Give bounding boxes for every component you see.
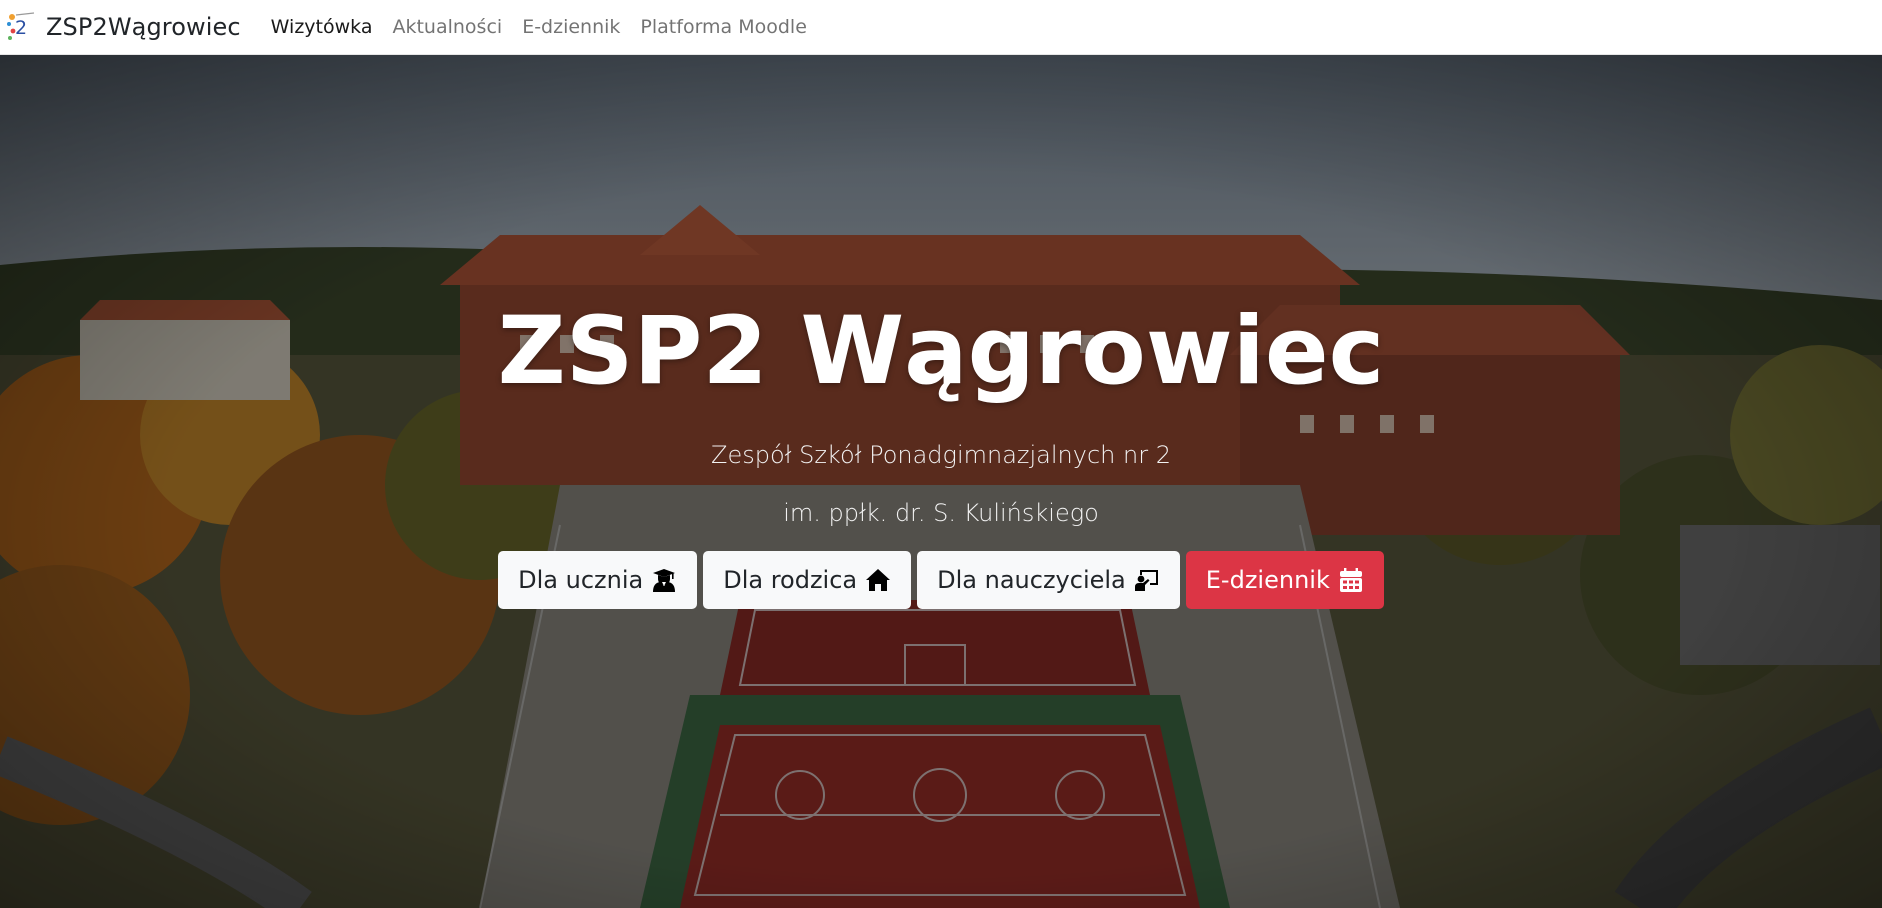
home-icon — [865, 567, 891, 593]
hero-button-group: Dla ucznia Dla rodzica Dla nauczyciela E… — [0, 551, 1882, 609]
main-nav: Wizytówka Aktualności E-dziennik Platfor… — [261, 0, 817, 55]
e-dziennik-button[interactable]: E-dziennik — [1185, 551, 1384, 609]
hero-subtitle-school-name: Zespół Szkół Ponadgimnazjalnych nr 2 — [711, 441, 1171, 469]
dla-ucznia-label: Dla ucznia — [518, 566, 644, 594]
hero-section: ZSP2 Wągrowiec Zespół Szkół Ponadgimnazj… — [0, 55, 1882, 908]
dla-nauczyciela-label: Dla nauczyciela — [937, 566, 1126, 594]
dla-rodzica-label: Dla rodzica — [723, 566, 858, 594]
school-logo-icon: 2 — [4, 9, 38, 45]
svg-text:2: 2 — [15, 17, 27, 39]
calendar-icon — [1338, 567, 1364, 593]
dla-rodzica-button[interactable]: Dla rodzica — [703, 551, 912, 609]
nav-link-aktualnosci[interactable]: Aktualności — [382, 16, 512, 38]
nav-link-wizytowka[interactable]: Wizytówka — [261, 16, 383, 38]
hero-subtitle-patron: im. ppłk. dr. S. Kulińskiego — [783, 499, 1099, 527]
navbar: 2 ZSP2Wągrowiec Wizytówka Aktualności E-… — [0, 0, 1882, 55]
dla-nauczyciela-button[interactable]: Dla nauczyciela — [917, 551, 1180, 609]
user-graduate-icon — [651, 567, 677, 593]
hero-title: ZSP2 Wągrowiec — [497, 297, 1385, 406]
hero-content: ZSP2 Wągrowiec Zespół Szkół Ponadgimnazj… — [0, 55, 1882, 908]
brand-link[interactable]: 2 ZSP2Wągrowiec — [0, 0, 241, 55]
nav-link-e-dziennik[interactable]: E-dziennik — [512, 16, 630, 38]
dla-ucznia-button[interactable]: Dla ucznia — [498, 551, 698, 609]
e-dziennik-label: E-dziennik — [1205, 566, 1330, 594]
nav-link-moodle[interactable]: Platforma Moodle — [630, 16, 816, 38]
chalkboard-teacher-icon — [1134, 567, 1160, 593]
brand-name: ZSP2Wągrowiec — [46, 13, 241, 41]
